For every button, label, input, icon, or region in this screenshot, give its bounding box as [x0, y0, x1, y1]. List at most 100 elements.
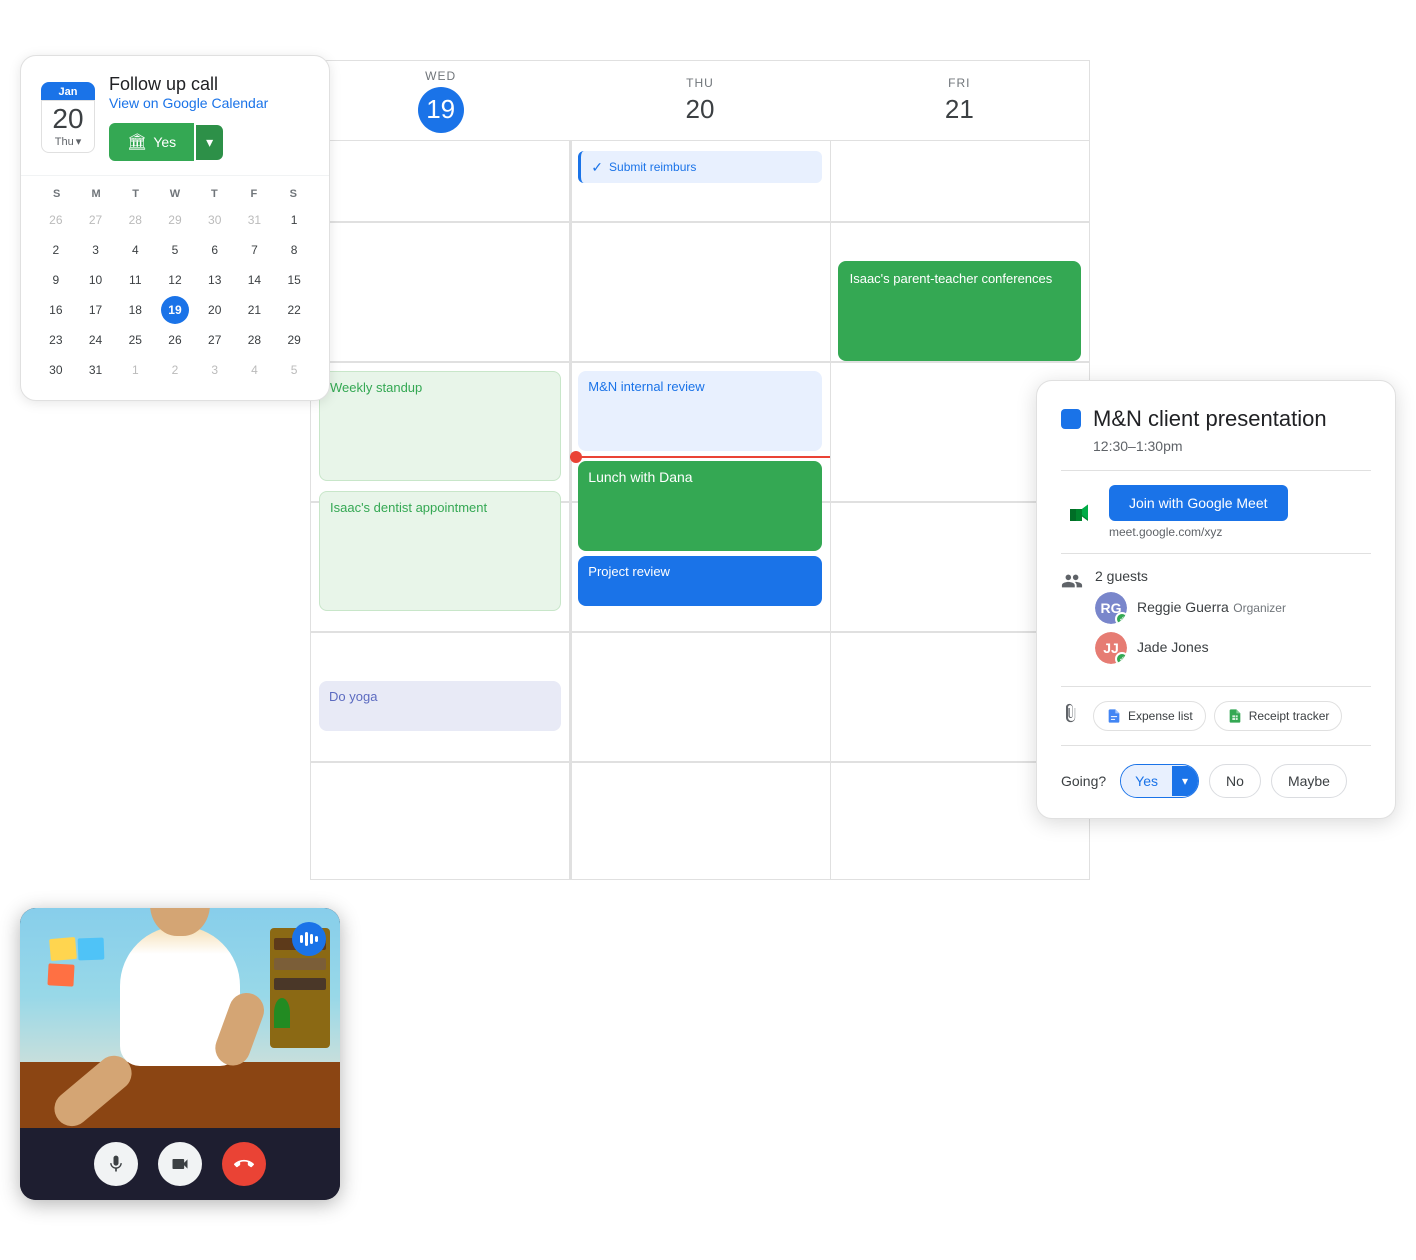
join-google-meet-button[interactable]: Join with Google Meet: [1109, 485, 1288, 521]
rsvp-yes-arrow-button[interactable]: ▾: [1172, 766, 1198, 796]
mini-day[interactable]: 4: [121, 236, 149, 264]
divider-2: [1061, 553, 1371, 554]
event-project-review[interactable]: Project review: [578, 556, 821, 606]
rsvp-yes-button[interactable]: 🏛 Yes: [109, 123, 194, 161]
rsvp-yes-dropdown-button[interactable]: ▾: [196, 125, 223, 160]
attachment-icon: [1061, 703, 1081, 728]
rsvp-no-button[interactable]: No: [1209, 764, 1261, 798]
hang-up-button[interactable]: [222, 1142, 266, 1186]
rsvp-yes-main-button[interactable]: Yes: [1121, 765, 1172, 797]
calendar-body: Weekly standup Isaac's dentist appointme…: [311, 141, 1089, 879]
mini-day[interactable]: 23: [42, 326, 70, 354]
cal-col-wed: ✓ Submit reimburs M&N internal review Lu…: [570, 141, 829, 879]
rsvp-row: Going? Yes ▾ No Maybe: [1061, 764, 1371, 798]
mini-day[interactable]: 15: [280, 266, 308, 294]
event-isaac-parent[interactable]: Isaac's parent-teacher conferences: [838, 261, 1081, 361]
attachment-chips: Expense list Receipt tracker: [1093, 701, 1342, 731]
mini-day[interactable]: 7: [240, 236, 268, 264]
google-meet-row: Join with Google Meet meet.google.com/xy…: [1061, 485, 1371, 539]
event-mn-internal[interactable]: M&N internal review: [578, 371, 821, 451]
audio-indicator: [292, 922, 326, 956]
mini-cal-day-headers: S M T W T F S: [37, 188, 313, 200]
cal-day-wed[interactable]: WED 19: [311, 61, 570, 140]
event-detail-card: M&N client presentation 12:30–1:30pm Joi…: [1036, 380, 1396, 819]
mute-mic-button[interactable]: [94, 1142, 138, 1186]
mini-day[interactable]: 1: [121, 356, 149, 384]
mini-day[interactable]: 2: [161, 356, 189, 384]
rsvp-maybe-button[interactable]: Maybe: [1271, 764, 1347, 798]
mini-day[interactable]: 9: [42, 266, 70, 294]
mini-day[interactable]: 16: [42, 296, 70, 324]
mini-day[interactable]: 27: [201, 326, 229, 354]
follow-up-title: Follow up call: [109, 74, 268, 95]
attachment-receipt-tracker[interactable]: Receipt tracker: [1214, 701, 1343, 731]
mini-day-today[interactable]: 19: [161, 296, 189, 324]
mini-day[interactable]: 28: [121, 206, 149, 234]
hangup-icon: [234, 1154, 254, 1174]
mini-day[interactable]: 28: [240, 326, 268, 354]
mini-day[interactable]: 26: [161, 326, 189, 354]
mini-day[interactable]: 4: [240, 356, 268, 384]
mini-day[interactable]: 13: [201, 266, 229, 294]
calendar-icon-block: Jan 20 Thu ▾: [41, 82, 95, 153]
mini-day[interactable]: 3: [201, 356, 229, 384]
event-weekly-standup[interactable]: Weekly standup: [319, 371, 561, 481]
guests-count: 2 guests: [1095, 568, 1286, 584]
rsvp-yes-split-button: Yes ▾: [1120, 764, 1199, 798]
event-title-row: M&N client presentation: [1061, 405, 1371, 434]
event-title: M&N client presentation: [1093, 405, 1327, 434]
current-time-line: [570, 456, 829, 458]
mini-day[interactable]: 24: [82, 326, 110, 354]
mini-day[interactable]: 27: [82, 206, 110, 234]
mini-day[interactable]: 29: [161, 206, 189, 234]
mini-calendar-card: Jan 20 Thu ▾ Follow up call View on Goog…: [20, 55, 330, 401]
toggle-camera-button[interactable]: [158, 1142, 202, 1186]
mini-day[interactable]: 3: [82, 236, 110, 264]
mini-day[interactable]: 29: [280, 326, 308, 354]
mini-day[interactable]: 31: [240, 206, 268, 234]
mini-day[interactable]: 22: [280, 296, 308, 324]
attachment-expense-list[interactable]: Expense list: [1093, 701, 1206, 731]
mini-day[interactable]: 20: [201, 296, 229, 324]
event-lunch-dana[interactable]: Lunch with Dana: [578, 461, 821, 551]
mini-day[interactable]: 12: [161, 266, 189, 294]
guest-jade: JJ Jade Jones: [1095, 632, 1286, 664]
cal-date-block: 20 Thu ▾: [41, 100, 95, 153]
mini-day[interactable]: 21: [240, 296, 268, 324]
view-on-google-calendar-link[interactable]: View on Google Calendar: [109, 95, 268, 111]
mini-day[interactable]: 8: [280, 236, 308, 264]
guest-accepted-badge-2: [1115, 652, 1127, 664]
mini-day[interactable]: 26: [42, 206, 70, 234]
meet-info: Join with Google Meet meet.google.com/xy…: [1109, 485, 1288, 539]
video-frame: [20, 908, 340, 1128]
mini-day[interactable]: 2: [42, 236, 70, 264]
cal-day-thu[interactable]: THU 20: [570, 61, 829, 140]
mini-day[interactable]: 11: [121, 266, 149, 294]
rsvp-buttons: 🏛 Yes ▾: [109, 123, 268, 161]
event-dentist[interactable]: Isaac's dentist appointment: [319, 491, 561, 611]
mini-day[interactable]: 14: [240, 266, 268, 294]
mini-day[interactable]: 30: [201, 206, 229, 234]
mini-day[interactable]: 10: [82, 266, 110, 294]
mini-day[interactable]: 31: [82, 356, 110, 384]
cal-day-fri[interactable]: FRI 21: [830, 61, 1089, 140]
mini-day[interactable]: 5: [280, 356, 308, 384]
guests-list: 2 guests RG Reggie Guerra Organizer JJ: [1095, 568, 1286, 672]
mini-day[interactable]: 5: [161, 236, 189, 264]
event-color-indicator: [1061, 409, 1081, 429]
mini-day[interactable]: 6: [201, 236, 229, 264]
event-submit[interactable]: ✓ Submit reimburs: [578, 151, 821, 183]
event-yoga[interactable]: Do yoga: [319, 681, 561, 731]
mini-day[interactable]: 18: [121, 296, 149, 324]
mini-day[interactable]: 1: [280, 206, 308, 234]
mini-day[interactable]: 17: [82, 296, 110, 324]
cal-month-label: Jan: [41, 82, 95, 102]
google-sheets-icon: [1227, 708, 1243, 724]
guest-avatar-reggie: RG: [1095, 592, 1127, 624]
meet-url: meet.google.com/xyz: [1109, 525, 1288, 539]
mini-day[interactable]: 25: [121, 326, 149, 354]
mini-cal-grid: S M T W T F S 26 27 28 29 30 31 1 2 3 4 …: [21, 176, 329, 400]
video-call-card: [20, 908, 340, 1200]
mini-day[interactable]: 30: [42, 356, 70, 384]
divider-3: [1061, 686, 1371, 687]
